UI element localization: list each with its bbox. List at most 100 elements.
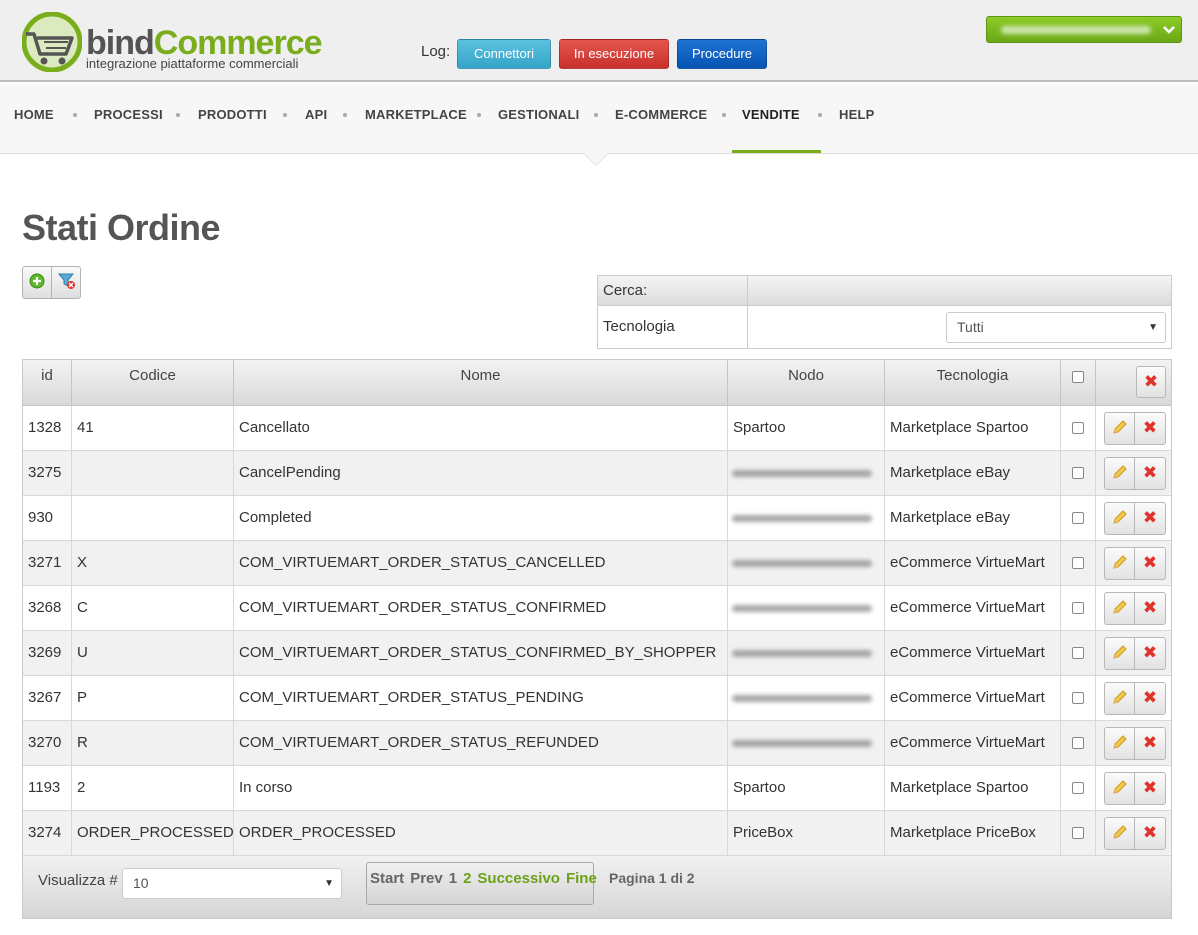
delete-icon: ✖ bbox=[1142, 823, 1158, 843]
edit-button[interactable] bbox=[1105, 413, 1135, 444]
delete-button[interactable]: ✖ bbox=[1135, 548, 1165, 579]
edit-button[interactable] bbox=[1105, 548, 1135, 579]
nav-separator bbox=[722, 113, 726, 117]
row-checkbox[interactable] bbox=[1072, 692, 1084, 704]
pager-page-2[interactable]: 2 bbox=[463, 870, 471, 887]
logo-tagline: integrazione piattaforme commerciali bbox=[86, 56, 299, 71]
delete-button[interactable]: ✖ bbox=[1135, 458, 1165, 489]
row-checkbox[interactable] bbox=[1072, 512, 1084, 524]
delete-button[interactable]: ✖ bbox=[1135, 593, 1165, 624]
cell-nome: COM_VIRTUEMART_ORDER_STATUS_CANCELLED bbox=[234, 541, 728, 585]
cell-nodo bbox=[728, 676, 885, 720]
row-actions: ✖ bbox=[1104, 817, 1166, 850]
logo-name: bindCommerce bbox=[86, 24, 323, 62]
cell-select bbox=[1061, 496, 1096, 540]
nav-item-vendite[interactable]: VENDITE bbox=[742, 107, 800, 122]
cell-tecnologia: Marketplace eBay bbox=[885, 496, 1061, 540]
edit-button[interactable] bbox=[1105, 638, 1135, 669]
logo[interactable]: bindCommerce integrazione piattaforme co… bbox=[22, 12, 323, 76]
column-header-nodo[interactable]: Nodo bbox=[728, 360, 885, 406]
delete-button[interactable]: ✖ bbox=[1135, 818, 1165, 849]
nav-item-marketplace[interactable]: MARKETPLACE bbox=[365, 107, 467, 122]
redacted-node-name bbox=[732, 740, 872, 747]
delete-button[interactable]: ✖ bbox=[1135, 773, 1165, 804]
row-actions: ✖ bbox=[1104, 412, 1166, 445]
row-checkbox[interactable] bbox=[1072, 467, 1084, 479]
pencil-icon bbox=[1112, 509, 1128, 529]
redacted-node-name bbox=[732, 605, 872, 612]
cell-select bbox=[1061, 766, 1096, 810]
cell-codice: U bbox=[72, 631, 234, 675]
edit-button[interactable] bbox=[1105, 773, 1135, 804]
procedure-button[interactable]: Procedure bbox=[677, 39, 767, 69]
nav-item-prodotti[interactable]: PRODOTTI bbox=[198, 107, 267, 122]
delete-button[interactable]: ✖ bbox=[1135, 638, 1165, 669]
delete-button[interactable]: ✖ bbox=[1135, 503, 1165, 534]
cell-nome: COM_VIRTUEMART_ORDER_STATUS_PENDING bbox=[234, 676, 728, 720]
cell-tecnologia: eCommerce VirtueMart bbox=[885, 721, 1061, 765]
pager-page-1[interactable]: 1 bbox=[449, 870, 457, 887]
nav-item-home[interactable]: HOME bbox=[14, 107, 54, 122]
row-actions: ✖ bbox=[1104, 457, 1166, 490]
cell-nome: COM_VIRTUEMART_ORDER_STATUS_CONFIRMED bbox=[234, 586, 728, 630]
page-size-value: 10 bbox=[133, 875, 149, 891]
delete-button[interactable]: ✖ bbox=[1135, 413, 1165, 444]
nav-item-api[interactable]: API bbox=[305, 107, 327, 122]
nav-item-processi[interactable]: PROCESSI bbox=[94, 107, 163, 122]
add-icon bbox=[29, 273, 45, 293]
search-header-label: Cerca: bbox=[598, 276, 748, 306]
delete-button[interactable]: ✖ bbox=[1135, 683, 1165, 714]
pager-prev[interactable]: Prev bbox=[410, 870, 443, 887]
cell-nodo bbox=[728, 541, 885, 585]
edit-button[interactable] bbox=[1105, 728, 1135, 759]
row-checkbox[interactable] bbox=[1072, 602, 1084, 614]
edit-button[interactable] bbox=[1105, 458, 1135, 489]
cell-nodo bbox=[728, 451, 885, 495]
row-actions: ✖ bbox=[1104, 772, 1166, 805]
column-header-nome[interactable]: Nome bbox=[234, 360, 728, 406]
row-checkbox[interactable] bbox=[1072, 422, 1084, 434]
row-checkbox[interactable] bbox=[1072, 827, 1084, 839]
edit-button[interactable] bbox=[1105, 683, 1135, 714]
pager-start[interactable]: Start bbox=[370, 870, 404, 887]
row-checkbox[interactable] bbox=[1072, 737, 1084, 749]
edit-button[interactable] bbox=[1105, 593, 1135, 624]
clear-filter-button[interactable] bbox=[52, 267, 81, 298]
pager-last[interactable]: Fine bbox=[566, 870, 597, 887]
column-header-codice[interactable]: Codice bbox=[72, 360, 234, 406]
nav-item-help[interactable]: HELP bbox=[839, 107, 874, 122]
pager-next[interactable]: Successivo bbox=[477, 870, 560, 887]
row-checkbox[interactable] bbox=[1072, 557, 1084, 569]
user-menu[interactable] bbox=[986, 16, 1182, 43]
cell-select bbox=[1061, 451, 1096, 495]
nav-item-gestionali[interactable]: GESTIONALI bbox=[498, 107, 579, 122]
select-all-checkbox[interactable] bbox=[1072, 371, 1084, 383]
delete-selected-button[interactable]: ✖ bbox=[1136, 366, 1166, 398]
page-size-select[interactable]: 10 ▼ bbox=[122, 868, 342, 899]
redacted-node-name bbox=[732, 515, 872, 522]
select-arrow-icon: ▼ bbox=[324, 878, 334, 889]
row-checkbox[interactable] bbox=[1072, 782, 1084, 794]
column-header-tecnologia[interactable]: Tecnologia bbox=[885, 360, 1061, 406]
cell-codice bbox=[72, 451, 234, 495]
row-checkbox[interactable] bbox=[1072, 647, 1084, 659]
cell-tecnologia: Marketplace eBay bbox=[885, 451, 1061, 495]
cell-tecnologia: eCommerce VirtueMart bbox=[885, 631, 1061, 675]
nav-item-ecommerce[interactable]: E-COMMERCE bbox=[615, 107, 707, 122]
nav-caret bbox=[584, 153, 608, 165]
edit-button[interactable] bbox=[1105, 503, 1135, 534]
search-header: Cerca: bbox=[598, 276, 1171, 306]
in-esecuzione-button[interactable]: In esecuzione bbox=[559, 39, 669, 69]
tecnologia-filter-select[interactable]: Tutti ▼ bbox=[946, 312, 1166, 343]
cell-id: 3275 bbox=[23, 451, 72, 495]
redacted-username bbox=[1001, 26, 1151, 34]
cell-id: 1193 bbox=[23, 766, 72, 810]
cell-id: 3271 bbox=[23, 541, 72, 585]
column-header-id[interactable]: id bbox=[23, 360, 72, 406]
cell-id: 930 bbox=[23, 496, 72, 540]
connettori-button[interactable]: Connettori bbox=[457, 39, 551, 69]
log-label: Log: bbox=[421, 43, 451, 60]
add-button[interactable] bbox=[23, 267, 52, 298]
edit-button[interactable] bbox=[1105, 818, 1135, 849]
delete-button[interactable]: ✖ bbox=[1135, 728, 1165, 759]
